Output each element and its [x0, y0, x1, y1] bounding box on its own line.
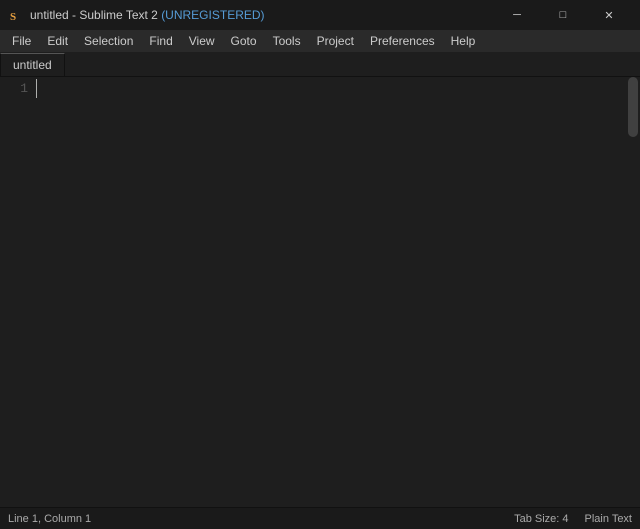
- menu-edit[interactable]: Edit: [39, 32, 76, 50]
- vertical-scrollbar[interactable]: [626, 77, 640, 493]
- app-icon: S: [8, 7, 24, 23]
- menu-file[interactable]: File: [4, 32, 39, 50]
- horizontal-scrollbar[interactable]: [0, 493, 640, 507]
- minimize-button[interactable]: ─: [494, 0, 540, 30]
- menu-goto[interactable]: Goto: [223, 32, 265, 50]
- tab-label: untitled: [13, 58, 52, 72]
- menu-tools[interactable]: Tools: [265, 32, 309, 50]
- menu-find[interactable]: Find: [141, 32, 180, 50]
- svg-text:S: S: [10, 11, 16, 23]
- maximize-button[interactable]: □: [540, 0, 586, 30]
- menu-preferences[interactable]: Preferences: [362, 32, 443, 50]
- menu-bar: File Edit Selection Find View Goto Tools…: [0, 30, 640, 52]
- line-numbers: 1: [0, 77, 36, 493]
- title-left: S untitled - Sublime Text 2 (UNREGISTERE…: [8, 7, 265, 23]
- status-syntax[interactable]: Plain Text: [585, 513, 633, 525]
- status-right: Tab Size: 4 Plain Text: [514, 513, 632, 525]
- menu-selection[interactable]: Selection: [76, 32, 141, 50]
- close-button[interactable]: ✕: [586, 0, 632, 30]
- menu-project[interactable]: Project: [309, 32, 362, 50]
- status-tab-size[interactable]: Tab Size: 4: [514, 513, 568, 525]
- active-tab[interactable]: untitled: [0, 53, 65, 76]
- line-number-1: 1: [4, 79, 28, 99]
- window-controls: ─ □ ✕: [494, 0, 632, 30]
- editor-content[interactable]: [36, 77, 626, 493]
- scrollbar-h-track: [0, 495, 640, 505]
- menu-help[interactable]: Help: [443, 32, 484, 50]
- status-bar: Line 1, Column 1 Tab Size: 4 Plain Text: [0, 507, 640, 529]
- editor-container: 1: [0, 77, 640, 493]
- title-text: untitled - Sublime Text 2 (UNREGISTERED): [30, 8, 265, 22]
- text-cursor: [36, 79, 37, 98]
- tab-bar: untitled: [0, 52, 640, 77]
- status-position: Line 1, Column 1: [8, 513, 91, 525]
- title-bar: S untitled - Sublime Text 2 (UNREGISTERE…: [0, 0, 640, 30]
- scrollbar-thumb[interactable]: [628, 77, 638, 137]
- menu-view[interactable]: View: [181, 32, 223, 50]
